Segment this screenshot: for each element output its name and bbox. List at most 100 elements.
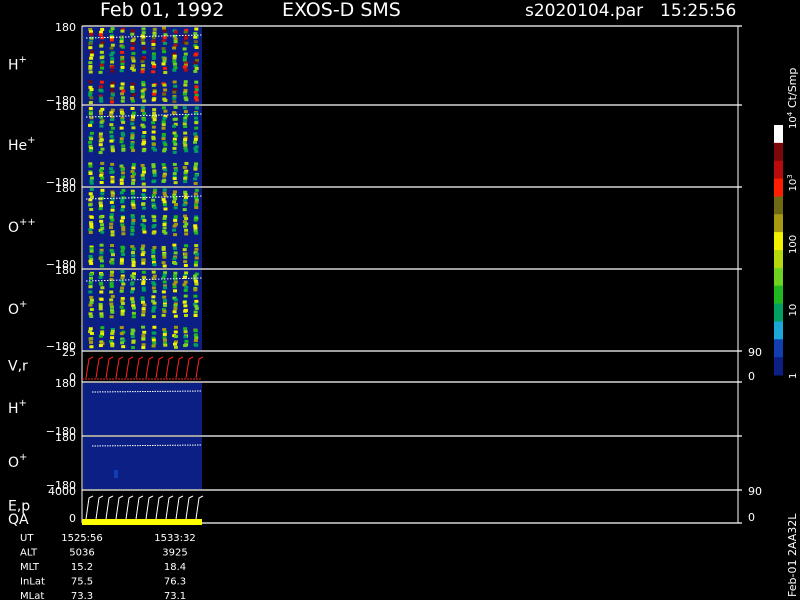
spectrogram-cell [183, 131, 188, 135]
spectrogram-cell [109, 167, 114, 171]
spectrogram-cell [140, 253, 145, 257]
spectrogram-cell [152, 92, 157, 96]
spectrogram-cell [110, 88, 115, 92]
spectrogram-cell [88, 140, 93, 144]
spectrogram-cell [89, 314, 94, 318]
spectrogram-cell [161, 313, 166, 317]
spectrogram-cell [98, 304, 103, 308]
spectrogram-cell [173, 303, 178, 307]
spectrogram-cell [142, 224, 147, 228]
spectrogram-cell [194, 116, 199, 120]
spectrogram-cell [120, 208, 125, 212]
spectrogram-cell [141, 149, 146, 153]
spectrogram-cell [183, 313, 188, 317]
spectrogram-cell [172, 310, 177, 314]
header-file: s2020104.par [525, 1, 643, 21]
spectrogram-cell [119, 261, 124, 265]
spectrogram-cell [162, 253, 167, 257]
spectrogram-cell [194, 200, 199, 204]
colorbar-swatch [774, 267, 783, 287]
spectrogram-cell [162, 66, 167, 70]
spectrogram-cell [142, 112, 147, 116]
spectrogram-cell [88, 230, 93, 234]
spectrogram-cell [130, 106, 135, 110]
spectrogram-cell [120, 301, 125, 305]
spectrogram-cell [109, 29, 114, 33]
spectrogram-cell [89, 137, 94, 141]
spectrogram-cell [100, 286, 105, 290]
spectrogram-cell [141, 202, 146, 206]
spectrogram-cell [130, 46, 135, 50]
spectrogram-cell [183, 36, 188, 40]
colorbar-swatch [774, 285, 783, 305]
spectrogram-cell [161, 132, 166, 136]
spectrogram-cell [172, 224, 177, 228]
ytick-label: 180 [55, 100, 76, 113]
spectrogram-cell [152, 325, 157, 329]
spectrogram-cell [121, 282, 126, 286]
spectrogram-cell [162, 188, 167, 192]
spectrogram-cell [99, 251, 104, 255]
spectrogram-cell [89, 295, 94, 299]
spectrogram-cell [88, 290, 93, 294]
spectrogram-cell [173, 168, 178, 172]
spectrogram-cell [89, 340, 94, 344]
spectrogram-cell [89, 56, 94, 60]
ephemeris-label: MLat [20, 591, 44, 600]
spectrogram-cell [194, 244, 199, 248]
spectrogram-cell [88, 42, 93, 46]
spectrogram-cell [163, 71, 168, 75]
spectrogram-cell [89, 273, 94, 277]
spectrogram-cell [99, 44, 104, 48]
spectrogram-cell [89, 331, 94, 335]
spectrogram-cell [98, 307, 103, 311]
panel-he-plus: 180−180He+ [8, 100, 742, 189]
ytick-label: 25 [62, 346, 76, 359]
spectrogram-cell [194, 188, 199, 192]
spectrogram-cell [183, 224, 188, 228]
ephemeris-label: InLat [20, 577, 45, 588]
spectrogram-cell [173, 335, 178, 339]
spectrogram-cell [119, 305, 124, 309]
spectrogram-cell [172, 146, 177, 150]
spectrogram-cell [173, 30, 178, 34]
spectrogram-cell [173, 345, 178, 349]
spectrogram-cell [119, 86, 124, 90]
spectrogram-cell [120, 312, 125, 316]
spectrogram-cell [120, 96, 125, 100]
spectrogram-cell [172, 243, 177, 247]
spectrogram-cell [120, 249, 125, 253]
spectrogram-cell [152, 215, 157, 219]
spectrogram-cell [121, 246, 126, 250]
spectrogram-cell [100, 264, 105, 268]
spectrogram-cell [100, 161, 105, 165]
spectrogram-cell [130, 82, 135, 86]
spectrogram-cell [172, 124, 177, 128]
spectrogram-cell [183, 288, 188, 292]
spectrogram-cell [183, 138, 188, 142]
spectrogram-cell [151, 121, 156, 125]
spectrogram-cell [183, 176, 188, 180]
spectrogram-cell [194, 247, 199, 251]
spectrogram-cell [151, 42, 156, 46]
spectrogram-cell [120, 82, 125, 86]
spectrogram-cell [99, 50, 104, 54]
spectrogram-cell [161, 163, 166, 167]
spectrogram-cell [183, 255, 188, 259]
spectrogram-cell [141, 310, 146, 314]
spectrogram-cell [88, 149, 93, 153]
header-time: 15:25:56 [660, 1, 736, 21]
spectrogram-cell [140, 89, 145, 93]
spectrogram-cell [172, 177, 177, 181]
spectrogram-cell [172, 150, 177, 154]
spectrogram-cell [110, 43, 115, 47]
spectrogram-cell [184, 232, 189, 236]
spectrogram-cell [141, 270, 146, 274]
spectrogram-cell [141, 300, 146, 304]
spectrogram-cell [119, 289, 124, 293]
spectrogram-cell [152, 173, 157, 177]
spectrogram-cell [131, 148, 136, 152]
ephemeris-value: 18.4 [164, 562, 186, 573]
spectrogram-cell [162, 328, 167, 332]
spectrogram-cell [110, 261, 115, 265]
